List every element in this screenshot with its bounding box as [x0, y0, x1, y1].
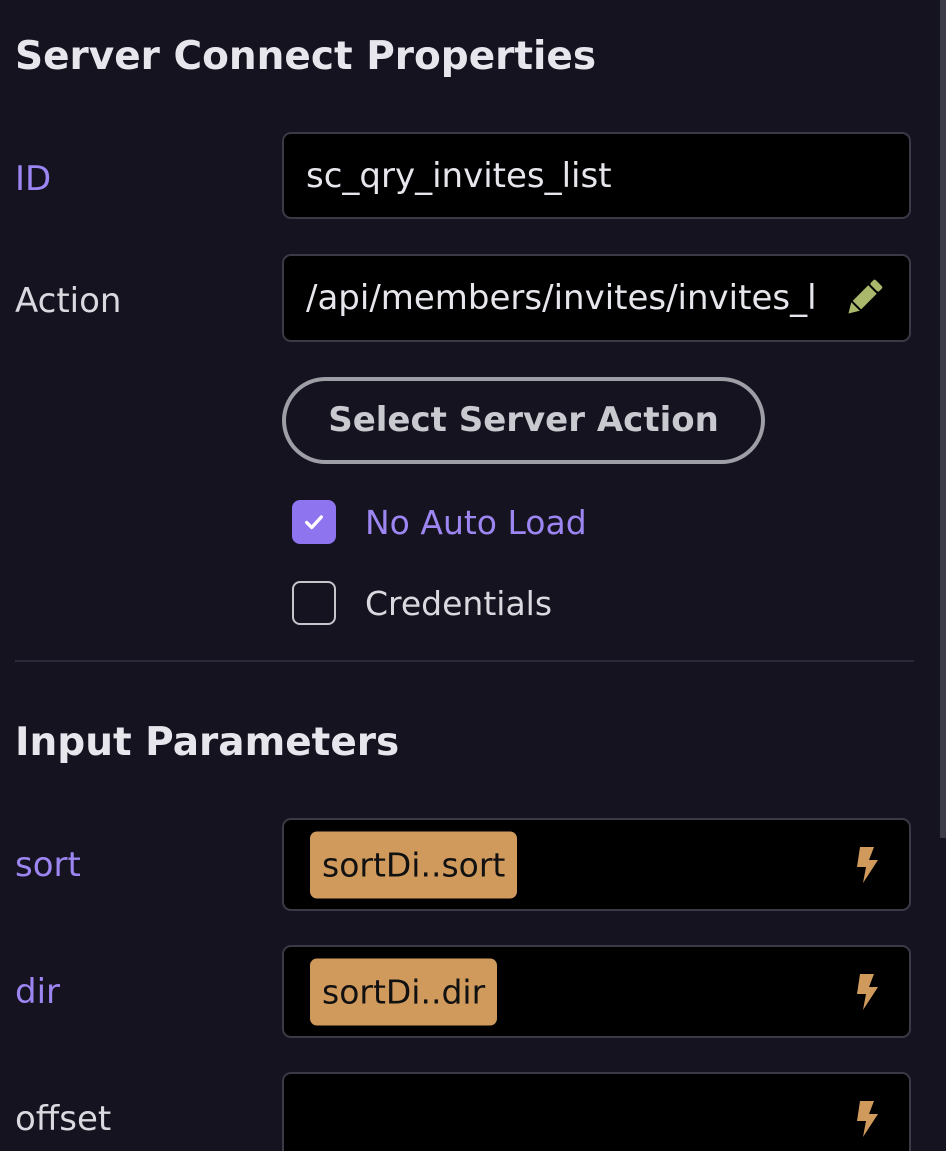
- select-server-action-button[interactable]: Select Server Action: [282, 377, 765, 464]
- binding-pill[interactable]: sortDi..sort: [310, 831, 518, 898]
- id-input[interactable]: sc_qry_invites_list: [282, 132, 911, 219]
- checkmark-icon: [305, 515, 323, 530]
- binding-pill[interactable]: sortDi..dir: [310, 958, 498, 1025]
- lightning-bolt-icon[interactable]: [854, 973, 880, 1011]
- action-input[interactable]: /api/members/invites/invites_l: [282, 254, 911, 342]
- section-divider: [15, 660, 914, 662]
- pencil-icon[interactable]: [841, 275, 887, 321]
- credentials-checkbox-row[interactable]: Credentials: [292, 581, 552, 625]
- action-label: Action: [15, 281, 122, 321]
- param-label-sort: sort: [15, 845, 81, 885]
- no-auto-load-label: No Auto Load: [365, 502, 587, 542]
- server-connect-properties-panel: Server Connect Properties ID sc_qry_invi…: [0, 0, 946, 1151]
- panel-title: Server Connect Properties: [15, 34, 597, 79]
- param-input-offset[interactable]: [282, 1072, 911, 1151]
- lightning-bolt-icon[interactable]: [854, 846, 880, 884]
- no-auto-load-checkbox[interactable]: [292, 500, 336, 544]
- param-input-sort[interactable]: sortDi..sort: [282, 818, 911, 911]
- scrollbar[interactable]: [940, 0, 946, 838]
- credentials-checkbox[interactable]: [292, 581, 336, 625]
- id-label: ID: [15, 159, 52, 199]
- param-label-dir: dir: [15, 972, 61, 1012]
- credentials-label: Credentials: [365, 583, 553, 623]
- input-parameters-title: Input Parameters: [15, 720, 400, 765]
- param-input-dir[interactable]: sortDi..dir: [282, 945, 911, 1038]
- no-auto-load-checkbox-row[interactable]: No Auto Load: [292, 500, 587, 544]
- param-label-offset: offset: [15, 1099, 112, 1139]
- id-input-value: sc_qry_invites_list: [306, 155, 612, 196]
- action-input-value: /api/members/invites/invites_l: [306, 278, 817, 318]
- lightning-bolt-icon[interactable]: [854, 1100, 880, 1138]
